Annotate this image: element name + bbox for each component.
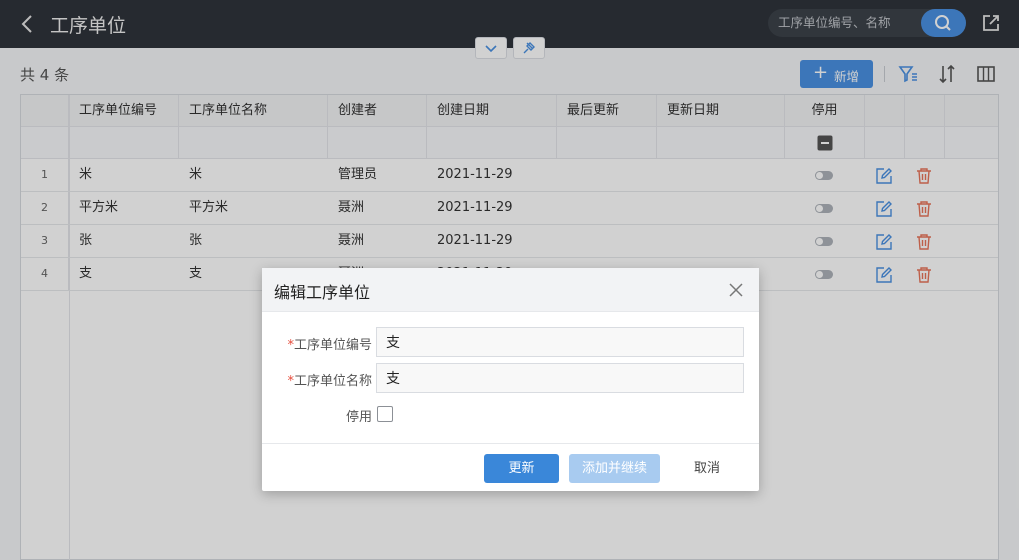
close-icon[interactable] <box>726 280 746 300</box>
dialog-title: 编辑工序单位 <box>274 283 371 302</box>
update-button[interactable]: 更新 <box>484 454 559 483</box>
code-field[interactable] <box>376 327 744 357</box>
cancel-button[interactable]: 取消 <box>667 454 747 483</box>
disable-checkbox[interactable] <box>377 406 393 422</box>
name-label-text: 工序单位名称 <box>293 374 372 389</box>
code-field-label: *工序单位编号 <box>262 334 372 353</box>
name-field-label: *工序单位名称 <box>262 370 372 389</box>
name-field[interactable] <box>376 363 744 393</box>
dialog-divider <box>262 443 759 444</box>
add-and-continue-button[interactable]: 添加并继续 <box>569 454 660 483</box>
disable-label: 停用 <box>345 410 372 425</box>
edit-dialog: 编辑工序单位 *工序单位编号 *工序单位名称 停用 更新 添加并继续 取消 <box>262 268 759 491</box>
code-label-text: 工序单位编号 <box>293 338 372 353</box>
dialog-header: 编辑工序单位 <box>262 268 759 312</box>
